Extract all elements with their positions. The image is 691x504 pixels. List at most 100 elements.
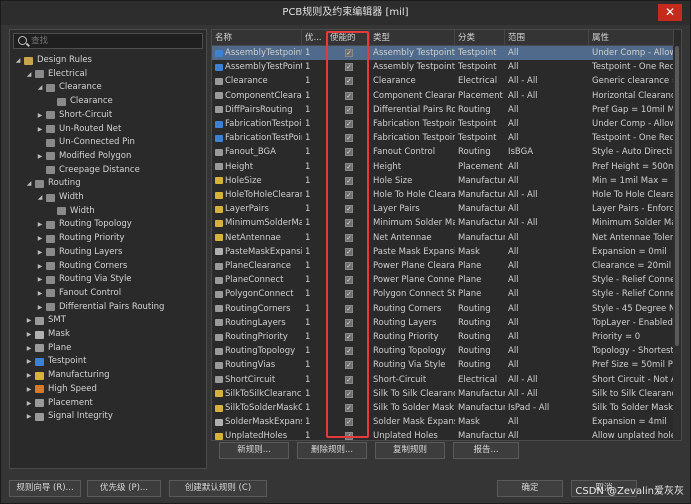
- delete-rule-button[interactable]: 删除规则...: [297, 442, 367, 459]
- expand-arrow-icon[interactable]: ▶: [36, 273, 44, 286]
- expand-arrow-icon[interactable]: ▶: [36, 287, 44, 300]
- table-row[interactable]: LayerPairs 1 ✓ Layer Pairs ManufacturirAll La…: [212, 202, 674, 216]
- table-row[interactable]: PolygonConnect 1 ✓ Polygon Connect Styl Plan…: [212, 287, 674, 301]
- column-header-attributes[interactable]: 属性: [589, 30, 674, 46]
- table-row[interactable]: NetAntennae 1 ✓ Net Antennae ManufacturirAll…: [212, 231, 674, 245]
- tree-node[interactable]: ◢ Routing: [25, 177, 81, 190]
- enabled-checkbox[interactable]: ✓: [345, 162, 353, 171]
- enabled-checkbox[interactable]: ✓: [345, 91, 353, 100]
- tree-node[interactable]: ▶ Un-Routed Net: [36, 123, 122, 136]
- table-row[interactable]: Clearance 1 ✓ Clearance Electrical All - All G…: [212, 74, 674, 88]
- enabled-checkbox[interactable]: ✓: [345, 191, 353, 199]
- tree-node[interactable]: ▶ Routing Via Style: [36, 273, 132, 286]
- enabled-checkbox[interactable]: ✓: [345, 77, 353, 86]
- column-header-type[interactable]: 类型: [370, 30, 455, 46]
- tree-node[interactable]: ▶ Mask: [25, 328, 70, 341]
- expand-arrow-icon[interactable]: ▶: [25, 355, 33, 368]
- enabled-checkbox[interactable]: ✓: [345, 219, 353, 228]
- expand-arrow-icon[interactable]: ▶: [25, 314, 33, 327]
- tree-node[interactable]: Width: [47, 205, 95, 218]
- rule-wizard-button[interactable]: 规则向导 (R)...: [9, 480, 81, 497]
- expand-arrow-icon[interactable]: ▶: [36, 218, 44, 231]
- enabled-checkbox[interactable]: ✓: [345, 404, 353, 412]
- enabled-checkbox[interactable]: ✓: [345, 134, 353, 143]
- search-box[interactable]: [13, 33, 203, 49]
- table-row[interactable]: PlaneClearance 1 ✓ Power Plane ClearancPlan…: [212, 259, 674, 273]
- table-row[interactable]: RoutingLayers 1 ✓ Routing Layers Routing All T…: [212, 316, 674, 330]
- column-header-scope[interactable]: 范围: [505, 30, 589, 46]
- tree-node[interactable]: ▶ Differential Pairs Routing: [36, 301, 165, 314]
- table-row[interactable]: FabricationTestPoint 1 ✓ Fabrication Testpo…: [212, 131, 674, 145]
- table-row[interactable]: DiffPairsRouting 1 ✓ Differential Pairs Rou…: [212, 103, 674, 117]
- table-row[interactable]: SilkToSilkClearance 1 ✓ Silk To Silk Cleara…: [212, 387, 674, 401]
- enabled-checkbox[interactable]: ✓: [345, 262, 353, 270]
- expand-arrow-icon[interactable]: ▶: [36, 232, 44, 245]
- expand-arrow-icon[interactable]: ▶: [36, 150, 44, 163]
- tree-node[interactable]: ▶ Routing Priority: [36, 232, 125, 245]
- search-input[interactable]: [31, 34, 201, 48]
- create-default-rules-button[interactable]: 创建默认规则 (C): [169, 480, 267, 497]
- tree-node[interactable]: Un-Connected Pin: [36, 136, 135, 149]
- enabled-checkbox[interactable]: ✓: [345, 347, 353, 356]
- tree-node[interactable]: Creepage Distance: [36, 164, 140, 177]
- enabled-checkbox[interactable]: ✓: [345, 49, 353, 57]
- table-row[interactable]: RoutingCorners 1 ✓ Routing Corners Routing Al…: [212, 302, 674, 316]
- expand-arrow-icon[interactable]: ▶: [36, 260, 44, 273]
- enabled-checkbox[interactable]: ✓: [345, 205, 353, 214]
- tree-node[interactable]: ▶ Modified Polygon: [36, 150, 132, 163]
- tree-node[interactable]: Clearance: [47, 95, 113, 108]
- expand-arrow-icon[interactable]: ▶: [25, 342, 33, 355]
- tree-node[interactable]: ▶ Routing Corners: [36, 260, 128, 273]
- expand-arrow-icon[interactable]: ▶: [36, 109, 44, 122]
- copy-rule-button[interactable]: 复制规则: [375, 442, 445, 459]
- tree-node[interactable]: ▶ Manufacturing: [25, 369, 110, 382]
- priorities-button[interactable]: 优先级 (P)...: [87, 480, 161, 497]
- enabled-checkbox[interactable]: ✓: [345, 63, 353, 72]
- collapse-arrow-icon[interactable]: ◢: [25, 68, 33, 81]
- expand-arrow-icon[interactable]: ▶: [36, 246, 44, 259]
- new-rule-button[interactable]: 新规则...: [219, 442, 289, 459]
- tree-node[interactable]: ▶ Plane: [25, 342, 72, 355]
- table-row[interactable]: PlaneConnect 1 ✓ Power Plane Connect Plane Al…: [212, 273, 674, 287]
- enabled-checkbox[interactable]: ✓: [345, 276, 353, 285]
- report-button[interactable]: 报告...: [453, 442, 519, 459]
- enabled-checkbox[interactable]: ✓: [345, 333, 353, 341]
- tree-node[interactable]: ▶ Signal Integrity: [25, 410, 113, 423]
- expand-arrow-icon[interactable]: ▶: [36, 301, 44, 314]
- table-row[interactable]: ComponentClearanc1 ✓ Component ClearancePl…: [212, 89, 674, 103]
- expand-arrow-icon[interactable]: ▶: [36, 123, 44, 136]
- table-row[interactable]: Fanout_BGA 1 ✓ Fanout Control Routing IsBGA St…: [212, 145, 674, 159]
- tree-node[interactable]: ▶ Routing Topology: [36, 218, 132, 231]
- expand-arrow-icon[interactable]: ▶: [25, 397, 33, 410]
- column-header-category[interactable]: 分类: [455, 30, 505, 46]
- enabled-checkbox[interactable]: ✓: [345, 375, 353, 384]
- table-row[interactable]: SilkToSolderMaskCle1 ✓ Silk To Solder Mask…: [212, 401, 674, 415]
- tree-node[interactable]: ▶ Testpoint: [25, 355, 87, 368]
- table-row[interactable]: HoleToHoleClearanc1 ✓ Hole To Hole Clearan…: [212, 188, 674, 202]
- column-header-priority[interactable]: 优...: [302, 30, 327, 46]
- table-row[interactable]: AssemblyTestpoint1 ✓ Assembly Testpoint St…: [212, 46, 674, 61]
- tree-node[interactable]: ▶ Short-Circuit: [36, 109, 113, 122]
- collapse-arrow-icon[interactable]: ◢: [14, 54, 22, 67]
- column-header-enabled[interactable]: 使能的: [327, 30, 370, 46]
- table-row[interactable]: MinimumSolderMask1✓Minimum Solder MaskMa…: [212, 216, 674, 230]
- enabled-checkbox[interactable]: ✓: [345, 176, 353, 185]
- enabled-checkbox[interactable]: ✓: [345, 432, 353, 440]
- ok-button[interactable]: 确定: [497, 480, 563, 497]
- tree-node[interactable]: ▶ Routing Layers: [36, 246, 123, 259]
- tree-node[interactable]: ▶ Placement: [25, 397, 93, 410]
- table-row[interactable]: ShortCircuit 1 ✓ Short-Circuit Electrical All…: [212, 373, 674, 387]
- expand-arrow-icon[interactable]: ▶: [25, 410, 33, 423]
- enabled-checkbox[interactable]: ✓: [345, 105, 353, 114]
- close-button[interactable]: ✕: [658, 4, 682, 21]
- expand-arrow-icon[interactable]: ▶: [25, 383, 33, 396]
- tree-node[interactable]: ◢ Width: [36, 191, 84, 204]
- tree-node[interactable]: ◢ Design Rules: [14, 54, 92, 67]
- collapse-arrow-icon[interactable]: ◢: [36, 191, 44, 204]
- tree-node[interactable]: ▶ SMT: [25, 314, 66, 327]
- expand-arrow-icon[interactable]: ▶: [25, 369, 33, 382]
- enabled-checkbox[interactable]: ✓: [345, 418, 353, 427]
- table-row[interactable]: FabricationTestpoint 1 ✓ Fabrication Testpo…: [212, 117, 674, 131]
- enabled-checkbox[interactable]: ✓: [345, 148, 353, 157]
- table-row[interactable]: RoutingPriority 1 ✓ Routing Priority Routing…: [212, 330, 674, 344]
